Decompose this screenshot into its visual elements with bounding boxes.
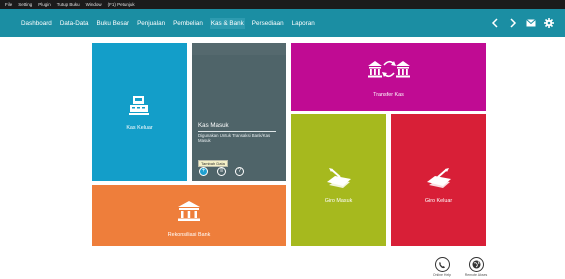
tile-rekonsiliasi-bank-label: Rekonsiliasi Bank [167,232,211,238]
bank-icon [176,199,202,228]
tile-transfer-kas[interactable]: Transfer Kas [291,43,486,111]
mail-icon[interactable] [523,15,539,31]
tile-giro-masuk[interactable]: Giro Masuk [291,114,386,246]
add-icon[interactable]: + [199,167,208,176]
tile-rekonsiliasi-bank[interactable]: Rekonsiliasi Bank [92,185,286,246]
menu-setting[interactable]: Setting [18,2,32,7]
help-icon[interactable]: ? [235,167,244,176]
chevron-left-icon[interactable] [487,15,503,31]
nav-persediaan[interactable]: Persediaan [251,18,285,29]
remote-access-label: Remote Akses [464,273,488,277]
tile-giro-keluar[interactable]: Giro Keluar [391,114,486,246]
nav-dashboard[interactable]: Dashboard [20,18,53,29]
tile-giro-keluar-label: Giro Keluar [424,198,453,204]
chevron-right-icon[interactable] [505,15,521,31]
tile-transfer-kas-label: Transfer Kas [373,92,404,98]
nav-kas-bank[interactable]: Kas & Bank [209,17,245,29]
phone-icon [434,257,450,272]
bank-transfer-icon [367,58,411,85]
globe-icon [468,257,484,272]
nav-laporan[interactable]: Laporan [291,18,316,29]
tile-giro-masuk-label: Giro Masuk [324,198,353,204]
menu-file[interactable]: File [5,2,12,7]
online-help-label: Online Help [432,273,452,277]
cash-register-icon [128,94,150,121]
online-help-button[interactable]: Online Help [427,257,457,277]
tile-kas-masuk[interactable]: Kas Masuk Digunakan Untuk Transaksi Bank… [192,43,286,181]
cheque-icon [426,167,452,194]
menu-window[interactable]: Window [86,2,102,7]
remote-access-button[interactable]: Remote Akses [461,257,491,277]
nav-pembelian[interactable]: Pembelian [172,18,204,29]
tile-kas-keluar-label: Kas Keluar [126,125,153,131]
main-navbar: Dashboard Data-Data Buku Besar Penjualan… [0,9,565,37]
tile-kas-masuk-header [192,43,286,55]
nav-penjualan[interactable]: Penjualan [136,18,166,29]
nav-buku-besar[interactable]: Buku Besar [96,18,131,29]
nav-data-data[interactable]: Data-Data [59,18,90,29]
divider [198,131,276,132]
menu-bar: File Setting Plugin Tutup Buku Window (F… [0,0,565,9]
menu-petunjuk[interactable]: (F1) Petunjuk [108,2,135,7]
tile-kas-masuk-description: Digunakan Untuk Transaksi Bank/Kas Masuk [198,133,271,144]
list-icon[interactable]: ≡ [217,167,226,176]
tile-kas-keluar[interactable]: Kas Keluar [92,43,187,181]
tile-kas-masuk-title: Kas Masuk [198,122,229,129]
menu-tutup-buku[interactable]: Tutup Buku [57,2,80,7]
menu-plugin[interactable]: Plugin [38,2,51,7]
tooltip-tambah-data: Tambah Data [198,160,228,167]
gear-icon[interactable] [541,15,557,31]
cheque-icon [326,167,352,194]
